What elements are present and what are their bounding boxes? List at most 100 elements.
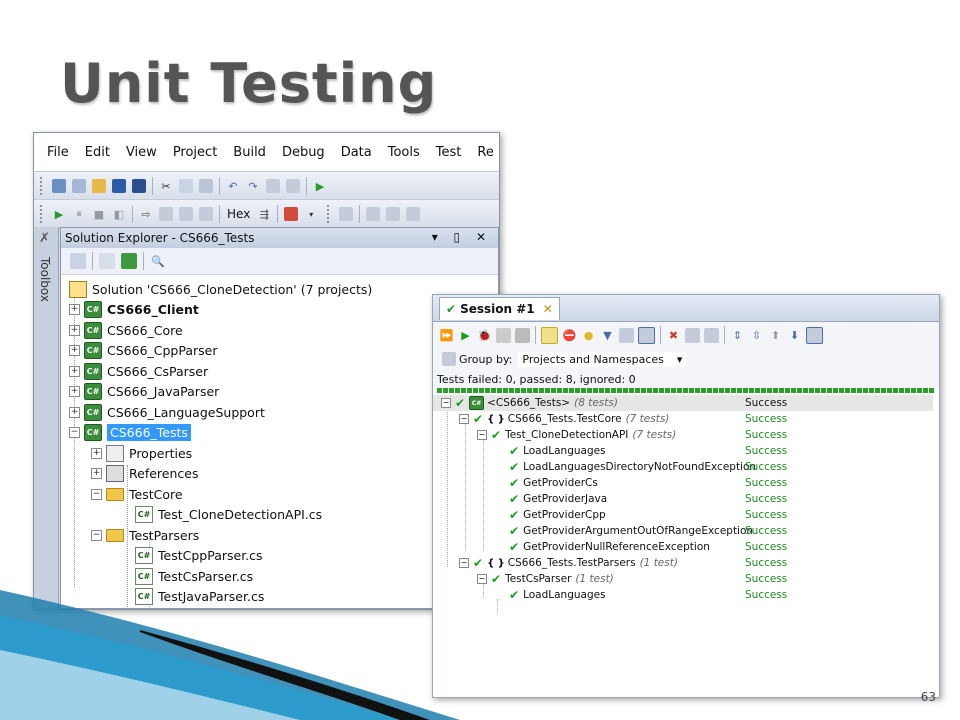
run-icon[interactable]: ▶ xyxy=(458,328,473,343)
session-tab[interactable]: ✔ Session #1 ✕ xyxy=(439,296,560,320)
test-row-case[interactable]: ✔ LoadLanguagesDirectoryNotFoundExceptio… xyxy=(433,459,756,475)
restart-icon[interactable]: ◧ xyxy=(112,207,126,221)
tree-references[interactable]: + References xyxy=(91,463,198,483)
test-row-namespace[interactable]: − ✔ { } CS666_Tests.TestParsers (1 test) xyxy=(433,555,678,571)
continue-icon[interactable]: ▶ xyxy=(52,207,66,221)
expand-icon[interactable]: + xyxy=(91,467,102,479)
history-icon[interactable] xyxy=(704,327,719,343)
tree-project[interactable]: + C# CS666_Core xyxy=(69,320,183,340)
toolbar-grip[interactable] xyxy=(40,205,46,223)
test-row-fixture[interactable]: − ✔ Test_CloneDetectionAPI (7 tests) xyxy=(433,427,676,443)
toolbar-options-icon[interactable]: ▾ xyxy=(304,207,318,221)
collapse-icon[interactable]: − xyxy=(69,426,80,438)
save-all-icon[interactable] xyxy=(132,179,146,193)
tree-project[interactable]: + C# CS666_JavaParser xyxy=(69,381,219,401)
debug-windows-icon[interactable] xyxy=(284,207,299,221)
test-row-case[interactable]: ✔ GetProviderJava xyxy=(433,491,607,507)
profile-icon[interactable] xyxy=(496,327,511,343)
navigate-forward-icon[interactable] xyxy=(286,179,300,193)
view-class-diagram-icon[interactable]: 🔍 xyxy=(150,253,166,269)
filter-status-icon[interactable] xyxy=(541,326,558,344)
align-center-icon[interactable] xyxy=(386,207,401,221)
toolbar-grip[interactable] xyxy=(327,205,333,223)
debug-icon[interactable]: 🐞 xyxy=(477,328,492,343)
menu-edit[interactable]: Edit xyxy=(77,145,118,160)
refresh-icon[interactable] xyxy=(121,253,137,269)
group-by-select[interactable]: Projects and Namespaces ▾ xyxy=(518,351,687,367)
expand-icon[interactable]: + xyxy=(69,324,80,336)
tree-properties[interactable]: + Properties xyxy=(91,443,192,463)
tree-project[interactable]: + C# CS666_Client xyxy=(69,299,199,319)
tree-project[interactable]: + C# CS666_CsParser xyxy=(69,361,208,381)
collapse-icon[interactable]: − xyxy=(459,558,469,568)
menu-view[interactable]: View xyxy=(118,145,165,160)
pause-icon[interactable]: ⏸ xyxy=(72,207,86,221)
tree-project-selected[interactable]: − C# CS666_Tests xyxy=(69,422,191,442)
next-icon[interactable]: ⬇ xyxy=(787,328,802,343)
step-out-icon[interactable] xyxy=(199,207,213,221)
layout-icon[interactable] xyxy=(806,326,823,344)
properties-icon[interactable] xyxy=(70,253,86,269)
menu-test[interactable]: Test xyxy=(428,145,470,160)
open-folder-icon[interactable] xyxy=(92,179,106,193)
add-item-icon[interactable] xyxy=(72,179,86,193)
expand-icon[interactable]: + xyxy=(91,447,102,459)
collapse-icon[interactable]: − xyxy=(441,398,451,408)
menu-file[interactable]: File xyxy=(34,145,77,160)
tree-solution[interactable]: Solution 'CS666_CloneDetection' (7 proje… xyxy=(69,279,372,299)
layout-icon[interactable] xyxy=(339,207,354,221)
navigate-backward-icon[interactable] xyxy=(266,179,280,193)
expand-all-icon[interactable]: ⇕ xyxy=(730,328,745,343)
sort-icon[interactable] xyxy=(638,326,655,344)
window-controls[interactable]: ▾ ▯ ✕ xyxy=(432,230,492,244)
test-row-case[interactable]: ✔ LoadLanguages xyxy=(433,443,606,459)
ignored-filter-icon[interactable]: ● xyxy=(581,328,596,343)
align-right-icon[interactable] xyxy=(406,207,421,221)
expand-icon[interactable]: + xyxy=(69,365,80,377)
previous-icon[interactable]: ⬆ xyxy=(768,328,783,343)
test-row-namespace[interactable]: − ✔ { } CS666_Tests.TestCore (7 tests) xyxy=(433,411,669,427)
expand-icon[interactable]: + xyxy=(69,385,80,397)
show-all-files-icon[interactable] xyxy=(99,253,115,269)
hex-toggle[interactable]: Hex xyxy=(227,207,250,221)
expand-icon[interactable]: + xyxy=(69,303,80,315)
stop-icon[interactable]: ■ xyxy=(92,207,106,221)
start-debugging-icon[interactable]: ▶ xyxy=(313,179,327,193)
menu-resharper[interactable]: Re xyxy=(469,145,499,160)
tree-folder[interactable]: − TestParsers xyxy=(91,525,199,545)
collapse-icon[interactable]: − xyxy=(477,430,487,440)
breakpoints-icon[interactable]: ⇶ xyxy=(257,207,271,221)
close-tab-icon[interactable]: ✕ xyxy=(543,302,553,316)
test-row-case[interactable]: ✔ GetProviderArgumentOutOfRangeException xyxy=(433,523,753,539)
paste-icon[interactable] xyxy=(199,179,213,193)
copy-icon[interactable] xyxy=(179,179,193,193)
group-icon[interactable] xyxy=(619,327,634,343)
collapse-icon[interactable]: − xyxy=(91,488,102,500)
toolbox-strip[interactable]: ✗ Toolbox xyxy=(34,227,59,609)
expand-icon[interactable]: + xyxy=(69,344,80,356)
filter-icon[interactable]: ▼ xyxy=(600,328,615,343)
remove-icon[interactable]: ✖ xyxy=(666,328,681,343)
expand-icon[interactable]: + xyxy=(69,406,80,418)
align-left-icon[interactable] xyxy=(366,207,381,221)
step-into-icon[interactable] xyxy=(159,207,173,221)
test-row-case[interactable]: ✔ GetProviderCpp xyxy=(433,507,606,523)
step-over-icon[interactable] xyxy=(179,207,193,221)
collapse-icon[interactable]: − xyxy=(459,414,469,424)
run-all-icon[interactable]: ⏩ xyxy=(439,328,454,343)
toolbar-grip[interactable] xyxy=(40,177,46,195)
save-icon[interactable] xyxy=(112,179,126,193)
tree-file[interactable]: C# TestCppParser.cs xyxy=(135,545,263,565)
collapse-all-icon[interactable]: ⇳ xyxy=(749,328,764,343)
test-row-root[interactable]: − ✔ C# <CS666_Tests> (8 tests) Success xyxy=(433,395,933,411)
failed-filter-icon[interactable]: ⛔ xyxy=(562,328,577,343)
undo-icon[interactable]: ↶ xyxy=(226,179,240,193)
test-row-case[interactable]: ✔ GetProviderCs xyxy=(433,475,598,491)
menu-build[interactable]: Build xyxy=(225,145,274,160)
redo-icon[interactable]: ↷ xyxy=(246,179,260,193)
tree-project[interactable]: + C# CS666_LanguageSupport xyxy=(69,402,265,422)
tree-folder[interactable]: − TestCore xyxy=(91,484,183,504)
tree-project[interactable]: + C# CS666_CppParser xyxy=(69,340,218,360)
resize-icon[interactable] xyxy=(442,352,456,366)
test-row-case[interactable]: ✔ GetProviderNullReferenceException xyxy=(433,539,710,555)
